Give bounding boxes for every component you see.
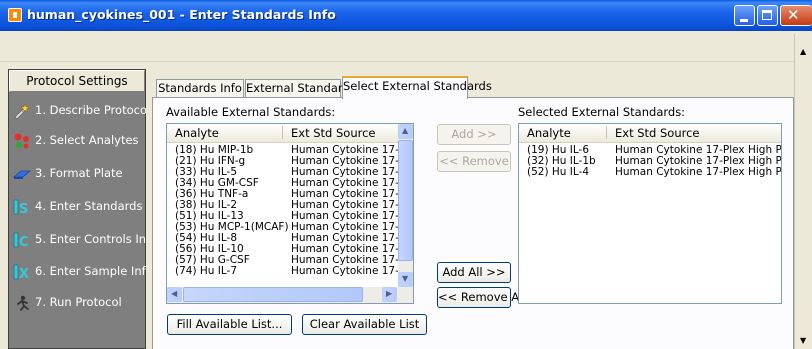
column-header-analyte[interactable]: Analyte (175, 126, 219, 140)
add-button[interactable]: Add >> (437, 124, 511, 145)
remove-all-button[interactable]: << Remove All (437, 287, 526, 308)
scroll-thumb[interactable] (183, 287, 363, 302)
column-header-ext-std-source[interactable]: Ext Std Source (291, 126, 376, 140)
sidebar-item-label: 6. Enter Sample Info (35, 264, 153, 278)
svg-text:X: X (19, 267, 29, 281)
close-button[interactable]: ✕ (780, 5, 812, 26)
scroll-up-button[interactable]: ▲ (398, 124, 413, 139)
column-header-analyte[interactable]: Analyte (527, 126, 571, 140)
clear-available-list-button[interactable]: Clear Available List (302, 314, 427, 335)
plate-icon (13, 170, 31, 179)
sidebar-item-label: 7. Run Protocol (35, 295, 122, 309)
list-header: Analyte Ext Std Source (519, 124, 781, 143)
maximize-button[interactable] (757, 5, 778, 26)
protocol-sidebar: Protocol Settings 1. Describe Protocol 2… (8, 69, 168, 349)
fill-available-list-button[interactable]: Fill Available List... (167, 314, 292, 335)
sidebar-item-format-plate[interactable]: 3. Format Plate (9, 159, 145, 189)
chevron-left-icon: ◀ (171, 289, 178, 298)
selected-standards-label: Selected External Standards: (518, 105, 686, 119)
list-item[interactable]: (74) Hu IL-7Human Cytokine 17-Plex High (167, 266, 413, 277)
column-header-ext-std-source[interactable]: Ext Std Source (615, 126, 700, 140)
sidebar-item-enter-standards-info[interactable]: S 4. Enter Standards Info (9, 192, 168, 222)
svg-text:C: C (19, 235, 29, 249)
available-standards-list[interactable]: Analyte Ext Std Source (18) Hu MIP-1b Hum… (166, 123, 414, 304)
chevron-up-icon: ▲ (402, 126, 409, 135)
chevron-right-icon: ▶ (386, 289, 393, 298)
sidebar-item-label: 3. Format Plate (35, 166, 123, 180)
chevron-up-icon[interactable]: ▲ (800, 47, 806, 56)
scroll-right-button[interactable]: ▶ (382, 287, 397, 302)
sidebar-item-label: 2. Select Analytes (35, 133, 139, 147)
chevron-down-icon[interactable]: ▼ (800, 336, 806, 345)
sidebar-item-describe-protocol[interactable]: 1. Describe Protocol (9, 96, 150, 126)
controls-icon: C (13, 232, 29, 249)
tab-standards-info[interactable]: Standards Info (156, 79, 244, 98)
window-title: human_cyokines_001 - Enter Standards Inf… (27, 7, 336, 22)
minimize-button[interactable] (734, 5, 755, 26)
sidebar-header: Protocol Settings (9, 70, 145, 92)
available-list-hscrollbar[interactable]: ◀ ▶ (167, 287, 413, 303)
available-list-vscrollbar[interactable]: ▲ ▼ (398, 124, 413, 287)
chevron-down-icon: ▼ (402, 274, 409, 283)
sidebar-item-enter-sample-info[interactable]: X 6. Enter Sample Info (9, 257, 153, 287)
scroll-down-button[interactable]: ▼ (398, 272, 413, 287)
list-item[interactable]: (52) Hu IL-4 Human Cytokine 17-Plex High … (519, 167, 781, 178)
add-all-button[interactable]: Add All >> (437, 262, 511, 283)
sidebar-item-label: 5. Enter Controls Info (35, 232, 158, 246)
scroll-thumb[interactable] (398, 140, 413, 261)
sidebar-item-label: 1. Describe Protocol (35, 103, 151, 117)
close-icon: ✕ (787, 6, 800, 24)
tab-select-external-standards[interactable]: Select External Standards (342, 76, 492, 99)
toolbar-area (0, 31, 812, 62)
run-icon (17, 295, 29, 311)
list-header: Analyte Ext Std Source (167, 124, 413, 143)
sidebar-item-select-analytes[interactable]: 2. Select Analytes (9, 126, 145, 156)
sidebar-item-run-protocol[interactable]: 7. Run Protocol (9, 288, 145, 318)
molecule-icon (14, 133, 29, 149)
title-bar: human_cyokines_001 - Enter Standards Inf… (0, 0, 812, 31)
available-standards-label: Available External Standards: (166, 105, 336, 119)
standards-icon: S (13, 199, 28, 216)
wizard-icon (14, 103, 30, 120)
tab-external-standards-info[interactable]: External Standards Info (245, 79, 381, 98)
sample-icon: X (13, 264, 29, 281)
sidebar-item-enter-controls-info[interactable]: C 5. Enter Controls Info (9, 225, 157, 255)
window-vscrollbar[interactable]: ▲ ▼ (794, 34, 812, 349)
scroll-left-button[interactable]: ◀ (167, 287, 182, 302)
app-icon[interactable] (8, 8, 22, 22)
selected-standards-list[interactable]: Analyte Ext Std Source (19) Hu IL-6 Human… (518, 123, 782, 304)
svg-text:S: S (19, 202, 28, 216)
remove-button[interactable]: << Remove (437, 151, 511, 172)
